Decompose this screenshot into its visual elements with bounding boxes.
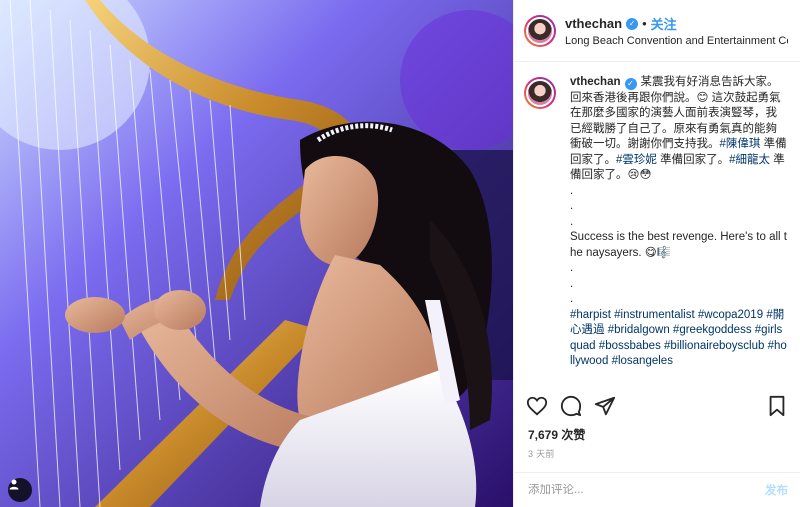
hashtag-link[interactable]: #細龍太: [729, 154, 770, 166]
hashtag-link[interactable]: #陳偉琪: [720, 138, 761, 150]
post-date[interactable]: 3 天前: [528, 447, 555, 460]
post-photo[interactable]: [0, 0, 513, 507]
comments-area[interactable]: vthechan ✓ 某震我有好消息告訴大家。回來香港後再跟你們說。😊 這次鼓起勇氣…: [514, 63, 800, 381]
share-icon[interactable]: [594, 395, 616, 417]
verified-badge-icon: ✓: [626, 17, 639, 30]
caption: vthechan ✓ 某震我有好消息告訴大家。回來香港後再跟你們說。😊 這次鼓起勇氣…: [524, 75, 788, 370]
post-comment-button[interactable]: 发布: [765, 482, 788, 498]
caption-english-text: Success is the best revenge. Here's to a…: [570, 231, 787, 259]
hashtag-list: #harpist #instrumentalist #wcopa2019 #開心…: [570, 308, 788, 370]
dot-line: .: [570, 184, 574, 197]
hashtag-link[interactable]: #instrumentalist: [614, 309, 695, 321]
person-icon: [9, 479, 19, 490]
caption-text-segment: 準備回家了。: [656, 153, 730, 166]
dot-line: .: [570, 262, 574, 274]
hashtag-link[interactable]: #harpist: [570, 309, 611, 321]
user-tags-button[interactable]: [8, 478, 32, 502]
hashtag-link[interactable]: #wcopa2019: [698, 309, 763, 321]
follow-button[interactable]: 关注: [651, 14, 677, 33]
username-link[interactable]: vthechan: [565, 16, 622, 31]
post-sidebar: vthechan ✓ • 关注 Long Beach Convention an…: [513, 0, 800, 507]
caption-avatar[interactable]: [524, 77, 556, 109]
comment-bar: 发布: [514, 472, 800, 507]
caption-text: vthechan ✓ 某震我有好消息告訴大家。回來香港後再跟你們說。😊 這次鼓起勇氣…: [570, 75, 788, 370]
avatar[interactable]: [524, 14, 556, 47]
post-header: vthechan ✓ • 关注 Long Beach Convention an…: [514, 0, 800, 62]
dot-line: .: [570, 200, 574, 212]
bookmark-icon[interactable]: [766, 395, 788, 417]
hashtag-link[interactable]: #雲珍妮: [616, 154, 657, 166]
action-bar: [526, 391, 788, 421]
hashtag-link[interactable]: #greekgoddess: [673, 324, 752, 336]
hashtag-link[interactable]: #bossbabes: [599, 340, 661, 352]
location-link[interactable]: Long Beach Convention and Entertainment …: [565, 35, 788, 47]
comment-input[interactable]: [528, 484, 765, 496]
hashtag-link[interactable]: #billionaireboysclub: [664, 340, 764, 352]
heart-icon[interactable]: [526, 395, 548, 417]
separator-dot: •: [642, 16, 647, 31]
hashtag-link[interactable]: #bridalgown: [608, 324, 670, 336]
caption-username-link[interactable]: vthechan: [570, 76, 621, 88]
dot-line: .: [570, 215, 574, 228]
dot-line: .: [570, 277, 574, 290]
comment-icon[interactable]: [560, 395, 582, 417]
dot-line: .: [570, 293, 574, 305]
verified-badge-icon: ✓: [624, 77, 637, 90]
hashtag-link[interactable]: #losangeles: [612, 355, 673, 367]
harpist-photo-illustration: [0, 0, 513, 507]
likes-count[interactable]: 7,679 次赞: [528, 426, 585, 443]
